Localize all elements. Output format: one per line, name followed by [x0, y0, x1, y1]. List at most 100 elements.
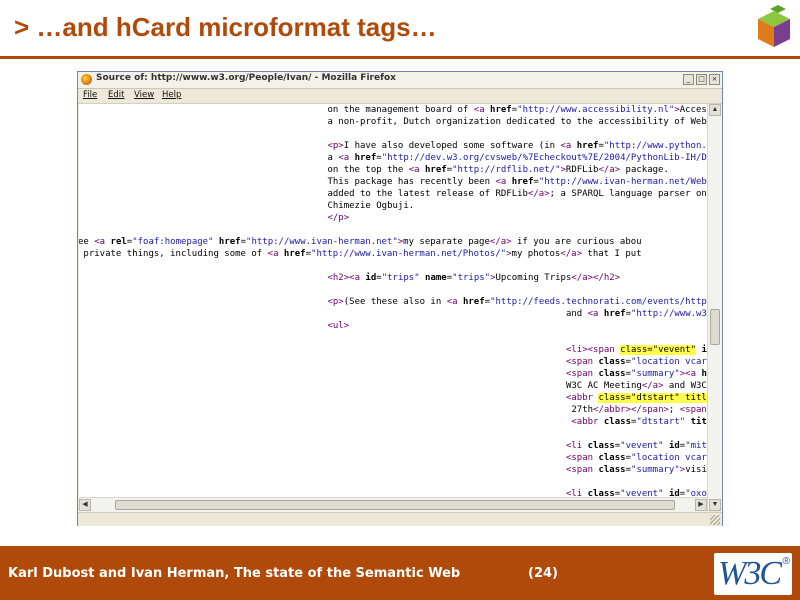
- source-token: href: [425, 165, 447, 175]
- source-token: private things, including some of: [79, 249, 268, 259]
- vertical-scrollbar[interactable]: ▲ ▼: [707, 104, 722, 511]
- source-line: <p>I have also developed some software (…: [327, 140, 707, 152]
- horizontal-scrollbar[interactable]: ◀ ▶: [79, 497, 707, 512]
- resize-grip-icon[interactable]: [710, 515, 720, 525]
- source-token: "http://www.accessibility.nl": [517, 105, 675, 115]
- source-line: <ul>: [327, 320, 349, 332]
- source-line: 27th</abbr></span>; <span class="vevent"…: [566, 404, 707, 416]
- source-token: <li: [565, 489, 588, 497]
- source-token: <a: [473, 105, 491, 115]
- menu-file[interactable]: File: [83, 90, 97, 100]
- source-token: "http://rdflib.net/": [452, 165, 561, 175]
- source-line: <p>(See these also in <a href="http://fe…: [327, 296, 707, 308]
- source-token: <a: [446, 297, 463, 307]
- source-token: class: [587, 441, 615, 451]
- source-token: ee: [79, 237, 95, 247]
- source-token: (See these also in: [343, 297, 447, 307]
- source-token: </abbr></span>: [593, 405, 669, 415]
- source-token: href: [283, 249, 306, 259]
- source-token: package.: [620, 165, 669, 175]
- source-line: <abbr class="dtstart" title="2006-12-02"…: [566, 416, 707, 428]
- source-token: "http://www.w3.org/2000/06/webdata/xslt?…: [631, 309, 707, 319]
- menu-view[interactable]: View: [134, 90, 154, 100]
- source-token: This package has recently been: [327, 177, 496, 187]
- minimize-button[interactable]: _: [683, 74, 694, 85]
- source-token: "http://dev.w3.org/cvsweb/%7Echeckout%7E…: [381, 153, 707, 163]
- source-token: <p>: [327, 297, 344, 307]
- scroll-right-icon[interactable]: ▶: [695, 499, 707, 511]
- scroll-up-icon[interactable]: ▲: [709, 104, 721, 116]
- source-line: This package has recently been <a href="…: [327, 176, 707, 188]
- source-token: <li>: [565, 345, 588, 355]
- source-token: <a: [349, 273, 366, 283]
- menu-bar: File Edit View Help: [78, 89, 722, 104]
- horizontal-scroll-thumb[interactable]: [115, 500, 675, 510]
- source-token: <li: [565, 441, 588, 451]
- source-token: ><a: [679, 369, 702, 379]
- source-line: <li><span class="vevent" id="ac06"><abbr…: [566, 344, 707, 356]
- source-line: <h2><a id="trips" name="trips">Upcoming …: [327, 272, 620, 284]
- source-token: href: [576, 141, 599, 151]
- source-token: "location vcard": [630, 357, 707, 367]
- w3c-logo-text: W3C: [718, 555, 782, 592]
- source-token: rel: [110, 237, 127, 247]
- source-line: </p>: [327, 212, 349, 224]
- source-token: "http://www.python.org": [603, 141, 707, 151]
- source-token: my separate page: [403, 237, 490, 247]
- source-token: "summary": [630, 465, 680, 475]
- source-token: href: [462, 297, 485, 307]
- source-line: a non-profit, Dutch organization dedicat…: [327, 116, 707, 128]
- close-button[interactable]: ×: [709, 74, 720, 85]
- vertical-scroll-thumb[interactable]: [710, 309, 720, 345]
- source-line: on the management board of <a href="http…: [327, 104, 707, 116]
- source-token: "vevent": [620, 441, 664, 451]
- scroll-left-icon[interactable]: ◀: [79, 499, 91, 511]
- source-token: <a: [338, 153, 355, 163]
- page-number: (24): [528, 566, 558, 581]
- registered-mark: ®: [782, 556, 790, 567]
- source-token: href: [511, 177, 534, 187]
- source-token: "oxonian": [685, 489, 707, 497]
- browser-window: Source of: http://www.w3.org/People/Ivan…: [77, 71, 723, 526]
- source-line: <span class="location vcard"><abbr class…: [566, 356, 707, 368]
- source-line: W3C AC Meeting</a> and W3C Team day</spa…: [566, 380, 707, 392]
- source-token: "http://www.ivan-herman.net": [246, 237, 398, 247]
- source-token: <span: [565, 357, 599, 367]
- source-token: "summary": [630, 369, 680, 379]
- scroll-down-icon[interactable]: ▼: [709, 499, 721, 511]
- source-line: <span class="summary"><a href="http://ww…: [566, 368, 707, 380]
- highlighted-hcard-attribute: class="dtstart" title="2006-11-26": [598, 393, 707, 403]
- menu-edit[interactable]: Edit: [108, 90, 124, 100]
- source-token: id: [365, 273, 377, 283]
- source-token: </a>: [489, 237, 512, 247]
- source-token: W3C AC Meeting: [565, 381, 642, 391]
- source-line: added to the latest release of RDFLib</a…: [327, 188, 707, 200]
- source-token: on the management board of: [327, 105, 474, 115]
- source-token: "mitjan": [685, 441, 707, 451]
- source-token: </a>: [641, 381, 664, 391]
- maximize-button[interactable]: □: [696, 74, 707, 85]
- slide-title: > …and hCard microformat tags…: [14, 12, 437, 42]
- source-token: a non-profit, Dutch organization dedicat…: [327, 117, 707, 127]
- source-token: <span: [679, 405, 707, 415]
- source-line: <li class="vevent" id="oxonian"><abbr cl…: [566, 488, 707, 497]
- source-token: id: [668, 441, 680, 451]
- window-titlebar[interactable]: Source of: http://www.w3.org/People/Ivan…: [78, 72, 722, 89]
- header-rule: [0, 56, 800, 59]
- source-token: href: [354, 153, 377, 163]
- source-token: "http://feeds.technorati.com/events/http…: [490, 297, 707, 307]
- source-token: <span: [565, 453, 599, 463]
- source-token: Accessibility.nl: [679, 105, 707, 115]
- source-view[interactable]: on the management board of <a href="http…: [79, 104, 707, 497]
- source-token: name: [425, 273, 447, 283]
- slide-footer: Karl Dubost and Ivan Herman, The state o…: [0, 546, 800, 600]
- menu-help[interactable]: Help: [162, 90, 181, 100]
- source-token: <h2>: [327, 273, 350, 283]
- source-token: </a>: [598, 165, 621, 175]
- source-token: a: [327, 153, 339, 163]
- source-token: class: [598, 357, 626, 367]
- source-token: if you are curious abou: [511, 237, 642, 247]
- cube-logo-icon: [758, 5, 790, 47]
- source-token: "dtstart": [636, 417, 686, 427]
- source-token: <a: [267, 249, 284, 259]
